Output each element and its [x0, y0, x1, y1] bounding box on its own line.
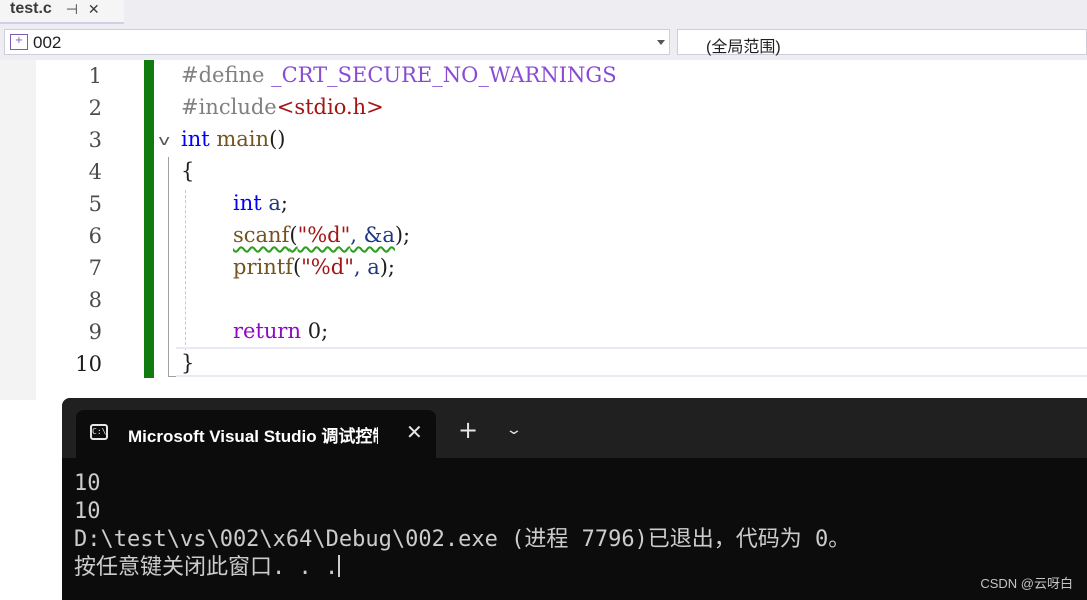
line-number: 2: [88, 96, 102, 120]
change-tracking-bar: [144, 60, 154, 378]
line-number: 1: [88, 64, 102, 88]
console-line: 10: [74, 471, 101, 496]
editor-margin: [0, 60, 36, 400]
code-line-1: #define _CRT_SECURE_NO_WARNINGS: [181, 63, 617, 87]
line-number: 3: [88, 128, 102, 152]
line-number: 5: [88, 192, 102, 216]
line-number: 9: [88, 320, 102, 344]
line-number: 10: [75, 352, 102, 376]
indent-guide: [185, 190, 186, 350]
terminal-icon: C:\: [90, 424, 108, 440]
project-dropdown-value: 002: [33, 33, 62, 52]
line-number: 6: [88, 224, 102, 248]
document-tab-test-c[interactable]: test.c ⊣ ✕: [0, 0, 124, 24]
code-line-4: {: [181, 159, 195, 183]
line-number: 4: [88, 160, 102, 184]
code-line-5: int a;: [233, 191, 288, 215]
line-number: 7: [88, 256, 102, 280]
dropdown-arrow-icon: [657, 40, 665, 45]
code-line-2: #include<stdio.h>: [181, 95, 384, 119]
console-line-prompt: 按任意键关闭此窗口. . .: [74, 554, 1074, 582]
document-tab-strip: test.c ⊣ ✕: [0, 0, 1087, 24]
new-tab-button[interactable]: +: [458, 418, 478, 442]
document-tab-title: test.c: [10, 0, 52, 17]
current-line-highlight: [176, 347, 1087, 377]
code-line-6: scanf("%d", &a);: [233, 223, 411, 247]
close-icon[interactable]: ✕: [406, 420, 423, 444]
scope-dropdown-value: (全局范围): [706, 39, 781, 56]
scope-dropdown[interactable]: (全局范围): [677, 29, 1087, 56]
watermark: CSDN @云呀白: [980, 576, 1073, 591]
console-title-bar: C:\ Microsoft Visual Studio 调试控制台 ✕ + ⌄: [62, 398, 1087, 458]
collapse-chevron-icon[interactable]: v: [158, 133, 170, 149]
console-output: 10 10 D:\test\vs\002\x64\Debug\002.exe (…: [74, 470, 1074, 582]
console-prompt-text: 按任意键关闭此窗口. . .: [74, 555, 339, 580]
code-line-10: }: [181, 351, 195, 375]
project-dropdown[interactable]: + 002: [4, 29, 670, 55]
project-icon: +: [10, 34, 28, 50]
code-editor[interactable]: 1 2 3 4 5 6 7 8 9 10 v #define _CRT_SECU…: [0, 60, 1087, 400]
text-cursor: [338, 555, 341, 577]
console-line: 10: [74, 499, 101, 524]
chevron-down-icon[interactable]: ⌄: [505, 422, 523, 438]
navigation-bar: + 002 (全局范围): [0, 24, 1087, 60]
code-line-7: printf("%d", a);: [233, 255, 396, 279]
code-line-9: return 0;: [233, 319, 329, 343]
debug-console-window[interactable]: C:\ Microsoft Visual Studio 调试控制台 ✕ + ⌄ …: [62, 398, 1087, 600]
console-tab[interactable]: C:\ Microsoft Visual Studio 调试控制台 ✕: [76, 410, 436, 458]
line-number: 8: [88, 288, 102, 312]
close-icon[interactable]: ✕: [86, 2, 102, 18]
code-line-3: int main(): [181, 127, 286, 151]
outline-fold-line: [168, 157, 169, 377]
console-tab-title: Microsoft Visual Studio 调试控制台: [128, 427, 378, 446]
console-line: D:\test\vs\002\x64\Debug\002.exe (进程 779…: [74, 527, 851, 552]
pin-icon[interactable]: ⊣: [64, 2, 80, 18]
outline-fold-end: [168, 376, 176, 377]
